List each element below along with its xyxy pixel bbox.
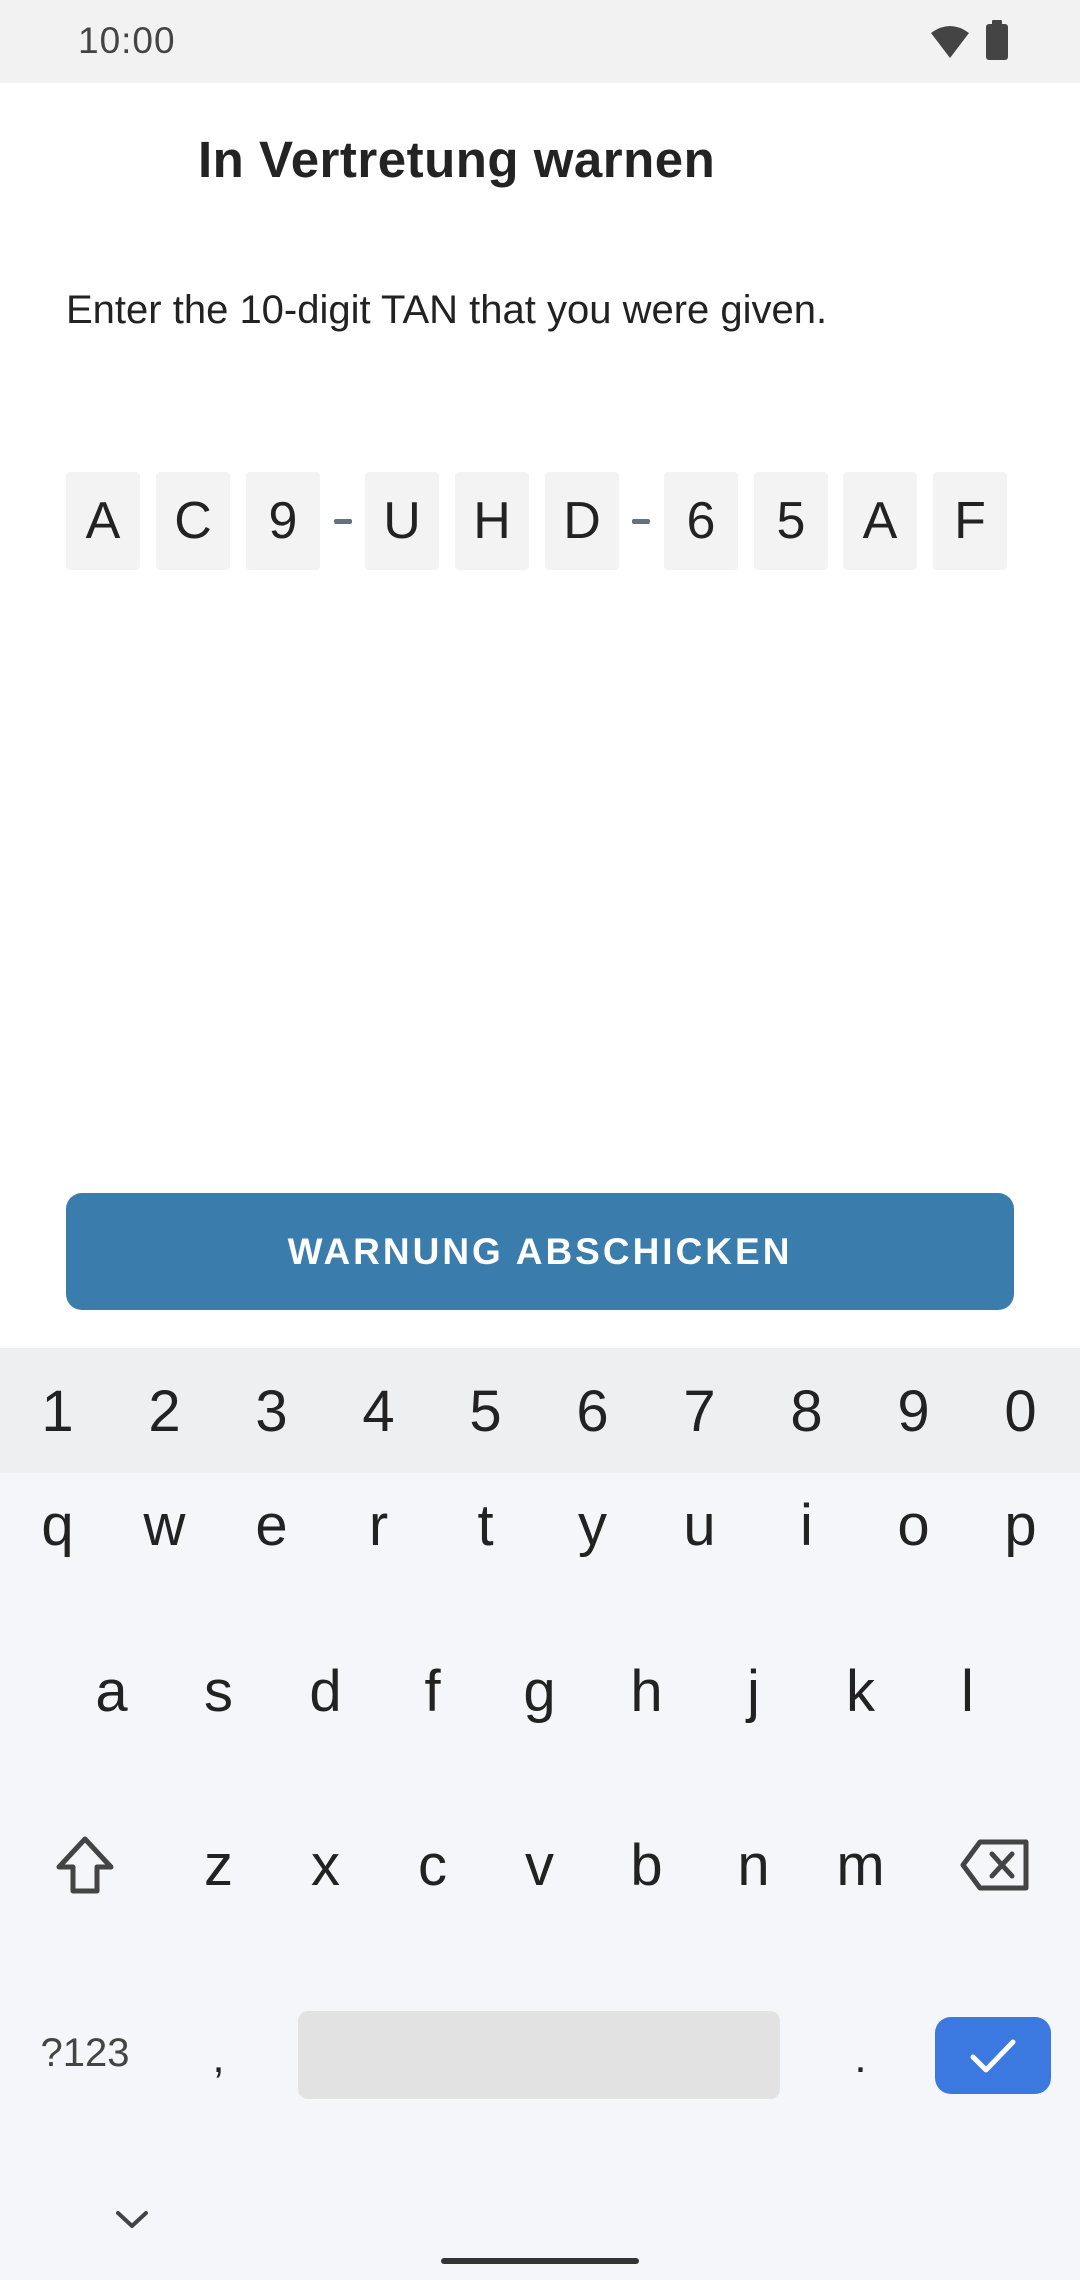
tan-separator [334,519,352,524]
tan-char-7[interactable]: 6 [664,472,738,570]
comma-key[interactable]: , [165,2008,272,2108]
keyboard: 1 2 3 4 5 6 7 8 9 0 q w e r t y u i o p … [0,1348,1080,2280]
key-b[interactable]: b [593,1810,700,1920]
backspace-key[interactable] [940,1810,1050,1920]
submit-warning-button[interactable]: WARNUNG ABSCHICKEN [66,1193,1014,1310]
key-2[interactable]: 2 [111,1366,218,1456]
key-g[interactable]: g [486,1636,593,1746]
tan-char-1[interactable]: A [66,472,140,570]
status-bar: 10:00 [0,0,1080,83]
key-h[interactable]: h [593,1636,700,1746]
tan-char-4[interactable]: U [365,472,439,570]
tan-char-6[interactable]: D [545,472,619,570]
battery-icon [986,20,1008,60]
tan-char-5[interactable]: H [455,472,529,570]
key-v[interactable]: v [486,1810,593,1920]
key-e[interactable]: e [218,1470,325,1580]
key-5[interactable]: 5 [432,1366,539,1456]
status-time: 10:00 [78,20,176,61]
keyboard-number-row: 1 2 3 4 5 6 7 8 9 0 [0,1348,1080,1473]
enter-key[interactable] [935,2017,1051,2094]
key-p[interactable]: p [967,1470,1074,1580]
shift-icon [56,1836,114,1894]
tan-char-8[interactable]: 5 [754,472,828,570]
key-a[interactable]: a [58,1636,165,1746]
backspace-icon [960,1839,1029,1891]
key-1[interactable]: 1 [4,1366,111,1456]
page-title: In Vertretung warnen [198,131,716,188]
key-r[interactable]: r [325,1470,432,1580]
navigation-handle[interactable] [441,2258,639,2264]
key-z[interactable]: z [165,1810,272,1920]
key-k[interactable]: k [807,1636,914,1746]
key-d[interactable]: d [272,1636,379,1746]
tan-char-10[interactable]: F [933,472,1007,570]
tan-char-3[interactable]: 9 [246,472,320,570]
key-j[interactable]: j [700,1636,807,1746]
key-m[interactable]: m [807,1810,914,1920]
key-8[interactable]: 8 [753,1366,860,1456]
symbols-key[interactable]: ?123 [20,2008,150,2098]
key-x[interactable]: x [272,1810,379,1920]
key-o[interactable]: o [860,1470,967,1580]
key-7[interactable]: 7 [646,1366,753,1456]
period-key[interactable]: . [807,2008,914,2108]
key-l[interactable]: l [914,1636,1021,1746]
tan-char-9[interactable]: A [843,472,917,570]
key-c[interactable]: c [379,1810,486,1920]
key-q[interactable]: q [4,1470,111,1580]
instruction-text: Enter the 10-digit TAN that you were giv… [66,288,828,332]
wifi-icon [931,26,969,58]
status-icons [930,20,1008,60]
key-6[interactable]: 6 [539,1366,646,1456]
key-f[interactable]: f [379,1636,486,1746]
key-3[interactable]: 3 [218,1366,325,1456]
key-y[interactable]: y [539,1470,646,1580]
key-s[interactable]: s [165,1636,272,1746]
chevron-down-icon[interactable] [112,2208,152,2232]
key-9[interactable]: 9 [860,1366,967,1456]
key-4[interactable]: 4 [325,1366,432,1456]
space-bar[interactable] [298,2011,780,2099]
key-t[interactable]: t [432,1470,539,1580]
key-n[interactable]: n [700,1810,807,1920]
key-u[interactable]: u [646,1470,753,1580]
check-icon [970,2039,1016,2072]
shift-key[interactable] [30,1810,140,1920]
key-i[interactable]: i [753,1470,860,1580]
key-w[interactable]: w [111,1470,218,1580]
tan-separator [632,519,650,524]
tan-char-2[interactable]: C [156,472,230,570]
key-0[interactable]: 0 [967,1366,1074,1456]
